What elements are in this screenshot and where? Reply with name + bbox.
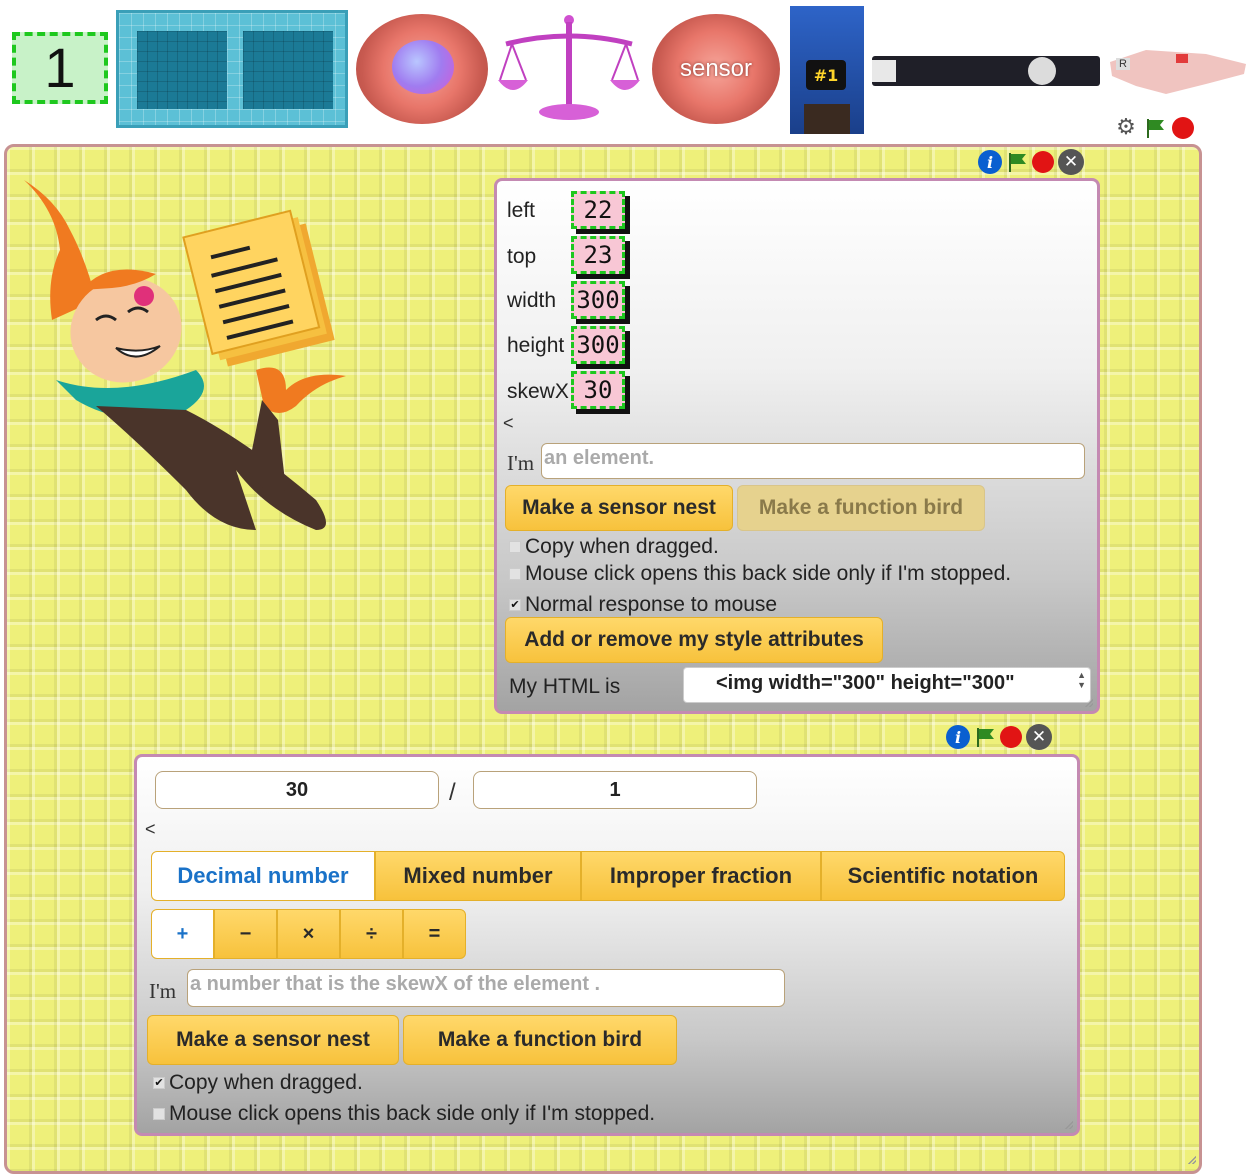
- html-value: <img width="300" height="300": [716, 672, 1015, 694]
- spinner-icon[interactable]: ▲ ▼: [1077, 670, 1086, 690]
- prop-row-width: width: [507, 289, 556, 313]
- prop-row-height: height: [507, 334, 564, 358]
- checkbox[interactable]: ✔: [509, 599, 521, 611]
- checkbox[interactable]: [509, 541, 521, 553]
- html-label: My HTML is: [509, 675, 621, 698]
- make-sensor-nest-button[interactable]: Make a sensor nest: [505, 485, 733, 531]
- top-value-field[interactable]: 23: [571, 236, 625, 274]
- number-backside-controls: i ✕: [946, 724, 1052, 750]
- option-label: Normal response to mouse: [525, 593, 778, 616]
- make-function-bird-button[interactable]: Make a function bird: [403, 1015, 677, 1065]
- html-field[interactable]: <img width="300" height="300" ▲ ▼: [683, 667, 1091, 703]
- normal-mouse-response-option[interactable]: ✔ Normal response to mouse: [509, 593, 777, 617]
- global-controls: ⚙: [1114, 116, 1194, 140]
- resize-grip-icon[interactable]: [1065, 1121, 1073, 1129]
- box-hole-left: [137, 31, 227, 109]
- make-sensor-nest-button[interactable]: Make a sensor nest: [147, 1015, 399, 1065]
- option-label: Mouse click opens this back side only if…: [169, 1102, 656, 1125]
- collapse-toggle[interactable]: <: [503, 413, 514, 434]
- fraction-slash: /: [449, 779, 456, 806]
- im-label: I'm: [507, 451, 535, 475]
- im-label: I'm: [149, 979, 177, 1003]
- element-backside-controls: i ✕: [978, 149, 1084, 175]
- stop-icon[interactable]: [1172, 117, 1194, 139]
- option-label: Copy when dragged.: [525, 535, 719, 558]
- description-field[interactable]: an element.: [541, 443, 1085, 479]
- resize-grip-icon[interactable]: [1085, 699, 1093, 707]
- bird-icon[interactable]: R: [1106, 40, 1248, 96]
- bar-icon[interactable]: [872, 56, 1100, 86]
- element-backside-panel[interactable]: left 22 top 23 width 300 height 300 skew…: [494, 178, 1100, 714]
- option-label: Copy when dragged.: [169, 1071, 363, 1094]
- number-format-tabs: Decimal number Mixed number Improper fra…: [151, 851, 1065, 901]
- click-opens-backside-option[interactable]: Mouse click opens this back side only if…: [153, 1102, 655, 1126]
- checkbox[interactable]: [153, 1108, 165, 1120]
- prop-label: skewX: [507, 380, 569, 403]
- skewx-value-field[interactable]: 30: [571, 371, 625, 409]
- robot-icon[interactable]: #1: [790, 6, 864, 134]
- style-attributes-button[interactable]: Add or remove my style attributes: [505, 617, 883, 663]
- info-icon[interactable]: i: [946, 725, 970, 749]
- copy-when-dragged-option[interactable]: ✔ Copy when dragged.: [153, 1071, 363, 1095]
- collapse-toggle[interactable]: <: [145, 819, 156, 840]
- robot-badge: #1: [806, 60, 846, 90]
- close-icon[interactable]: ✕: [1058, 149, 1084, 175]
- box-hole-right: [243, 31, 333, 109]
- equals-operator-button[interactable]: =: [403, 909, 466, 959]
- tab-mixed-number[interactable]: Mixed number: [375, 851, 581, 901]
- stop-icon[interactable]: [1000, 726, 1022, 748]
- plus-operator-button[interactable]: +: [151, 909, 214, 959]
- width-value-field[interactable]: 300: [571, 281, 625, 319]
- tab-scientific-notation[interactable]: Scientific notation: [821, 851, 1065, 901]
- element-image[interactable]: [16, 170, 376, 540]
- flag-icon[interactable]: [1006, 151, 1028, 173]
- prop-row-skewx: skewX: [507, 380, 569, 404]
- bar-end: [872, 60, 896, 82]
- info-icon[interactable]: i: [978, 150, 1002, 174]
- prop-row-left: left: [507, 199, 535, 223]
- checkbox[interactable]: ✔: [153, 1077, 165, 1089]
- stop-icon[interactable]: [1032, 151, 1054, 173]
- copy-when-dragged-option[interactable]: Copy when dragged.: [509, 535, 719, 559]
- flag-icon[interactable]: [974, 726, 996, 748]
- box-icon[interactable]: [116, 10, 348, 128]
- nest-icon[interactable]: [356, 14, 488, 124]
- description-field[interactable]: a number that is the skewX of the elemen…: [187, 969, 785, 1007]
- times-operator-button[interactable]: ×: [277, 909, 340, 959]
- left-value-field[interactable]: 22: [571, 191, 625, 229]
- sensor-label: sensor: [679, 55, 753, 82]
- divide-operator-button[interactable]: ÷: [340, 909, 403, 959]
- tab-decimal-number[interactable]: Decimal number: [151, 851, 375, 901]
- prop-label: width: [507, 289, 557, 312]
- minus-operator-button[interactable]: −: [214, 909, 277, 959]
- number-backside-panel[interactable]: 30 / 1 < Decimal number Mixed number Imp…: [134, 754, 1080, 1136]
- count-indicator[interactable]: 1: [12, 32, 108, 104]
- bar-knob: [1028, 57, 1056, 85]
- click-opens-backside-option[interactable]: Mouse click opens this back side only if…: [509, 562, 1011, 586]
- prop-label: height: [507, 334, 565, 357]
- checkbox[interactable]: [509, 568, 521, 580]
- resize-grip-icon[interactable]: [1188, 1156, 1196, 1164]
- denominator-field[interactable]: 1: [473, 771, 757, 809]
- bird-letter: R: [1116, 58, 1130, 70]
- numerator-field[interactable]: 30: [155, 771, 439, 809]
- height-value-field[interactable]: 300: [571, 326, 625, 364]
- prop-row-top: top: [507, 245, 536, 269]
- prop-label: left: [507, 199, 536, 222]
- operator-buttons: + − × ÷ =: [151, 909, 466, 959]
- tab-improper-fraction[interactable]: Improper fraction: [581, 851, 821, 901]
- egg-icon: [392, 40, 454, 94]
- robot-legs: [804, 104, 850, 134]
- scale-icon[interactable]: [496, 14, 642, 126]
- option-label: Mouse click opens this back side only if…: [525, 562, 1012, 585]
- gear-icon[interactable]: ⚙: [1114, 116, 1138, 140]
- make-function-bird-button[interactable]: Make a function bird: [737, 485, 985, 531]
- close-icon[interactable]: ✕: [1026, 724, 1052, 750]
- prop-label: top: [507, 245, 537, 268]
- flag-icon[interactable]: [1144, 117, 1166, 139]
- sensor-icon[interactable]: sensor: [652, 14, 780, 124]
